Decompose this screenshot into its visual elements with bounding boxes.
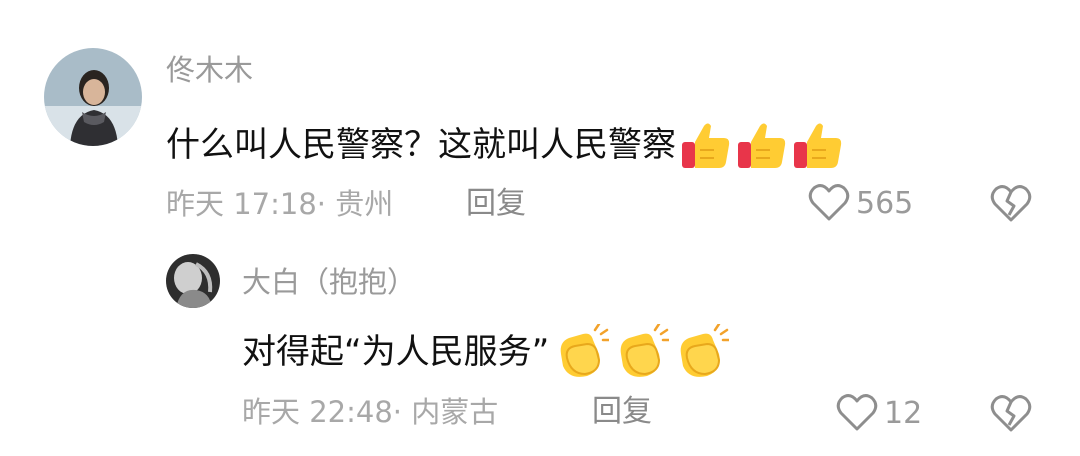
comment-author[interactable]: 大白（抱抱） bbox=[242, 268, 416, 297]
comment-location: · 内蒙古 bbox=[392, 395, 499, 429]
reply-button[interactable]: 回复 bbox=[466, 189, 526, 219]
reply-button[interactable]: 回复 bbox=[592, 397, 652, 427]
thumbs-up-icon bbox=[680, 120, 732, 170]
comment-location: · 贵州 bbox=[316, 187, 394, 221]
avatar[interactable] bbox=[44, 48, 142, 146]
comment-text-content: 对得起“为人民服务” bbox=[242, 332, 550, 372]
thumbs-up-icon bbox=[792, 120, 844, 170]
heart-icon bbox=[836, 394, 878, 431]
heart-icon bbox=[808, 184, 850, 221]
comment-text: 什么叫人民警察？这就叫人民警察 bbox=[166, 120, 844, 170]
avatar-photo bbox=[166, 254, 220, 308]
clapping-hands-icon bbox=[673, 324, 730, 380]
comment-meta: 昨天 17:18· 贵州 bbox=[166, 190, 393, 219]
comment-time: 昨天 22:48 bbox=[242, 395, 393, 429]
thumbs-up-icon bbox=[736, 120, 788, 170]
comment-time: 昨天 17:18 bbox=[166, 187, 317, 221]
broken-heart-icon bbox=[990, 395, 1032, 432]
like-button[interactable]: 565 bbox=[808, 183, 913, 223]
comment-author[interactable]: 佟木木 bbox=[166, 56, 253, 85]
like-count: 565 bbox=[856, 185, 914, 221]
clapping-hands-icon bbox=[613, 324, 670, 380]
clapping-hands-icon bbox=[553, 324, 610, 380]
broken-heart-icon bbox=[990, 185, 1032, 222]
avatar[interactable] bbox=[166, 254, 220, 308]
avatar-photo bbox=[44, 48, 142, 146]
dislike-button[interactable] bbox=[990, 394, 1032, 434]
comment-meta: 昨天 22:48· 内蒙古 bbox=[242, 398, 498, 427]
comment-text: 对得起“为人民服务” bbox=[242, 324, 730, 380]
like-button[interactable]: 12 bbox=[836, 393, 922, 433]
dislike-button[interactable] bbox=[990, 184, 1032, 224]
comment-text-content: 什么叫人民警察？这就叫人民警察 bbox=[166, 125, 676, 165]
like-count: 12 bbox=[884, 395, 923, 431]
